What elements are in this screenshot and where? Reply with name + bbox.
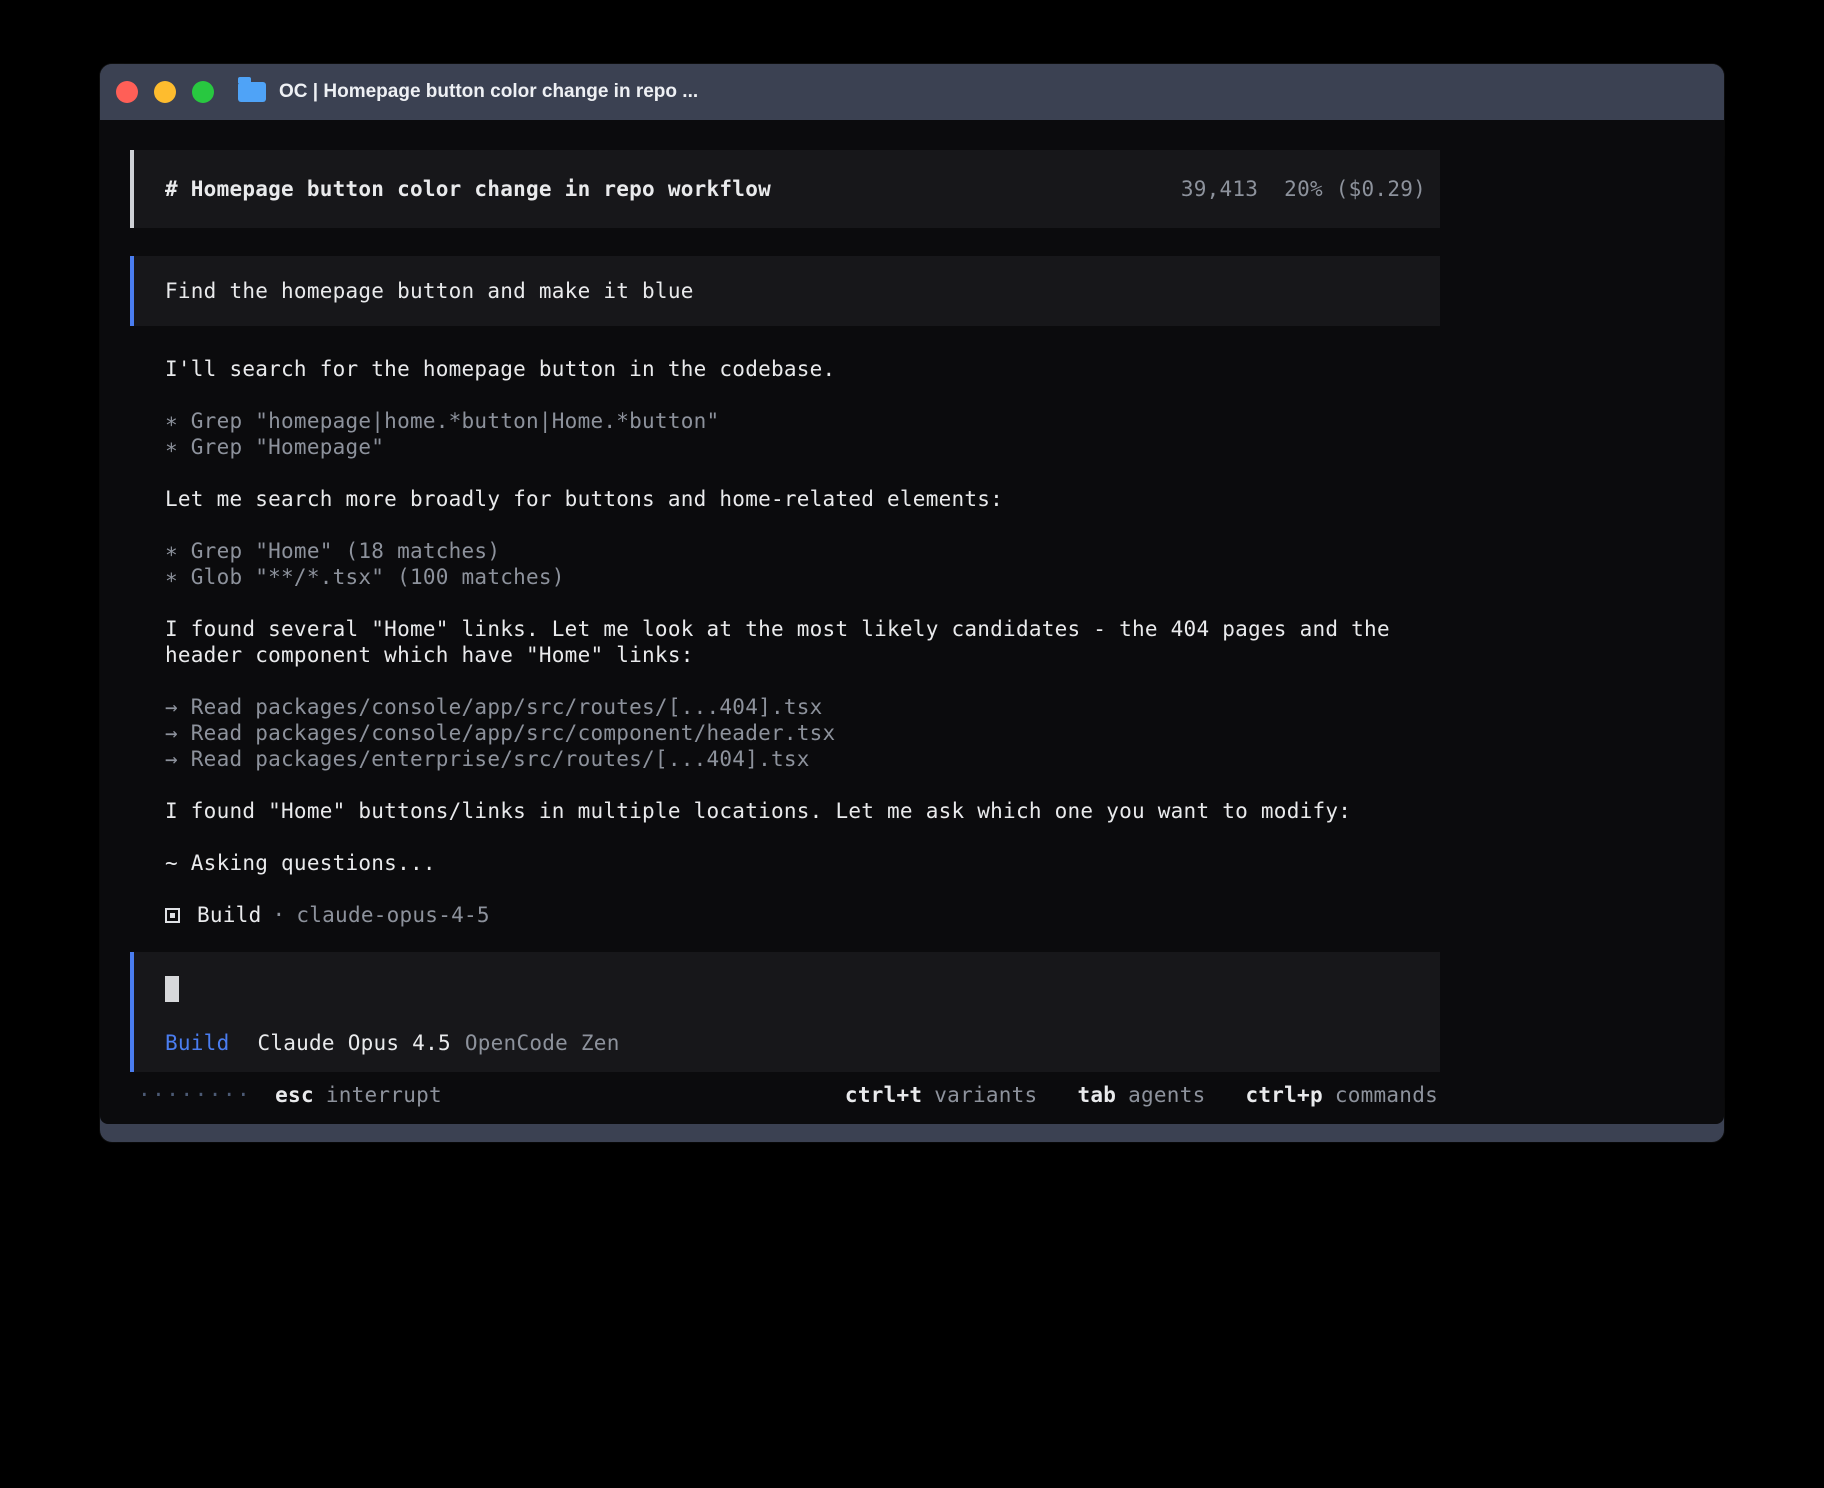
assistant-message: I found "Home" buttons/links in multiple… <box>165 798 1440 824</box>
assistant-message: I'll search for the homepage button in t… <box>165 356 1440 382</box>
title-group: OC | Homepage button color change in rep… <box>238 81 698 103</box>
tool-call-grep: ∗ Grep "Home" (18 matches) <box>165 538 1440 564</box>
agent-name: Build <box>197 902 261 928</box>
session-header: # Homepage button color change in repo w… <box>130 150 1440 228</box>
tool-call-read: → Read packages/console/app/src/routes/[… <box>165 694 1440 720</box>
assistant-message: I found several "Home" links. Let me loo… <box>165 616 1427 668</box>
input-meta: Build Claude Opus 4.5 OpenCode Zen <box>165 1030 1440 1056</box>
tool-call-read: → Read packages/enterprise/src/routes/[.… <box>165 746 1440 772</box>
provider-label: OpenCode Zen <box>465 1030 620 1056</box>
statusbar: ········ esc interrupt ctrl+tvariants tab… <box>130 1082 1440 1108</box>
user-message-text: Find the homepage button and make it blu… <box>165 278 694 304</box>
terminal-window: OC | Homepage button color change in rep… <box>100 64 1724 1142</box>
spinner-dots: ········ <box>138 1082 251 1108</box>
terminal-content: # Homepage button color change in repo w… <box>100 120 1724 1124</box>
agent-status: Build · claude-opus-4-5 <box>165 902 1440 928</box>
shortcut-interrupt: esc interrupt <box>275 1082 442 1108</box>
tool-call-grep: ∗ Grep "homepage|home.*button|Home.*butt… <box>165 408 1440 434</box>
esc-key: esc <box>275 1083 314 1107</box>
text-cursor <box>165 976 179 1002</box>
mode-label: Build <box>165 1030 229 1056</box>
tool-call-grep: ∗ Grep "Homepage" <box>165 434 1440 460</box>
agent-icon <box>165 908 180 923</box>
statusbar-shortcuts: ctrl+tvariants tabagents ctrl+pcommands <box>845 1082 1440 1108</box>
titlebar[interactable]: OC | Homepage button color change in rep… <box>100 64 1724 120</box>
context-cost: 20% ($0.29) <box>1284 176 1426 202</box>
agent-model: claude-opus-4-5 <box>296 902 489 928</box>
token-count: 39,413 <box>1181 176 1258 202</box>
model-label: Claude Opus 4.5 <box>257 1030 450 1056</box>
esc-label: interrupt <box>326 1083 442 1107</box>
session-meta: 39,413 20% ($0.29) <box>1181 176 1426 202</box>
prompt-input[interactable]: Build Claude Opus 4.5 OpenCode Zen <box>130 952 1440 1072</box>
close-button[interactable] <box>116 81 138 103</box>
minimize-button[interactable] <box>154 81 176 103</box>
tool-call-glob: ∗ Glob "**/*.tsx" (100 matches) <box>165 564 1440 590</box>
session-title: # Homepage button color change in repo w… <box>165 176 771 202</box>
shortcut-agents: tabagents <box>1077 1082 1205 1108</box>
shortcut-variants: ctrl+tvariants <box>845 1082 1038 1108</box>
folder-icon <box>238 82 266 102</box>
window-title: OC | Homepage button color change in rep… <box>279 81 698 103</box>
transcript: I'll search for the homepage button in t… <box>130 356 1440 928</box>
shortcut-commands: ctrl+pcommands <box>1245 1082 1438 1108</box>
zoom-button[interactable] <box>192 81 214 103</box>
status-asking: ~ Asking questions... <box>165 850 1440 876</box>
tool-call-read: → Read packages/console/app/src/componen… <box>165 720 1440 746</box>
agent-separator: · <box>272 902 285 928</box>
traffic-lights <box>116 81 214 103</box>
assistant-message: Let me search more broadly for buttons a… <box>165 486 1440 512</box>
user-message: Find the homepage button and make it blu… <box>130 256 1440 326</box>
